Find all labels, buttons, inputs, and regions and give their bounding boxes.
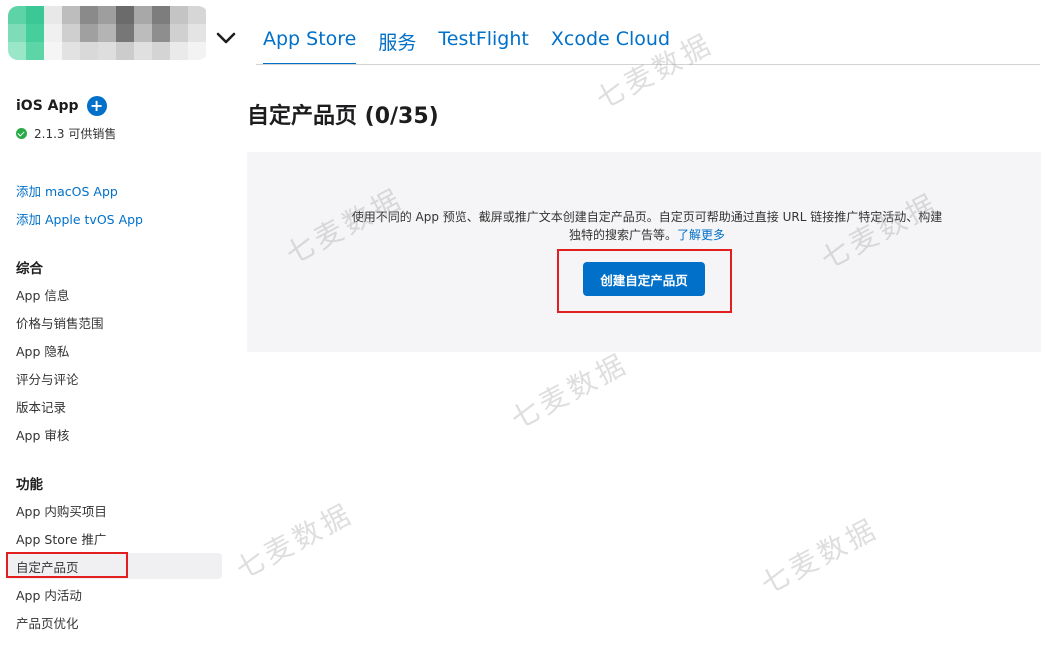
add-tvos-app-link[interactable]: 添加 Apple tvOS App (16, 209, 143, 228)
sidebar-item-app-info[interactable]: App 信息 (16, 285, 69, 304)
sidebar: iOS App + 2.1.3 可供销售 添加 macOS App 添加 App… (0, 66, 230, 648)
sidebar-item-app-review[interactable]: App 审核 (16, 425, 69, 444)
learn-more-link[interactable]: 了解更多 (677, 228, 725, 242)
top-navigation-bar: App Store 服务 TestFlight Xcode Cloud (0, 0, 1054, 66)
chevron-down-icon[interactable] (214, 26, 238, 50)
tab-xcode-cloud[interactable]: Xcode Cloud (551, 28, 670, 65)
watermark: 七麦数据 (505, 346, 634, 436)
app-platform-row: iOS App + (16, 96, 107, 116)
version-status[interactable]: 2.1.3 可供销售 (16, 125, 116, 142)
add-macos-app-link[interactable]: 添加 macOS App (16, 181, 118, 200)
tab-app-store[interactable]: App Store (263, 28, 357, 65)
checkmark-icon (16, 128, 27, 139)
sidebar-item-version-history[interactable]: 版本记录 (16, 397, 66, 416)
sidebar-item-product-page-optimization[interactable]: 产品页优化 (16, 613, 79, 632)
watermark: 七麦数据 (230, 496, 359, 586)
version-status-label: 2.1.3 可供销售 (34, 127, 117, 141)
sidebar-item-privacy[interactable]: App 隐私 (16, 341, 69, 360)
section-heading-features: 功能 (16, 477, 43, 493)
sidebar-item-app-store-promotion[interactable]: App Store 推广 (16, 529, 106, 548)
tab-services[interactable]: 服务 (378, 28, 416, 65)
annotation-highlight-box (557, 249, 732, 313)
page-title: 自定产品页 (0/35) (247, 104, 439, 129)
section-heading-general: 综合 (16, 261, 43, 277)
tab-testflight[interactable]: TestFlight (438, 28, 528, 65)
header-divider (256, 64, 1040, 65)
platform-title: iOS App (16, 98, 79, 114)
sidebar-item-in-app-events[interactable]: App 内活动 (16, 585, 82, 604)
description-text: 使用不同的 App 预览、截屏或推广文本创建自定产品页。自定页可帮助通过直接 U… (351, 210, 943, 242)
watermark: 七麦数据 (755, 511, 884, 601)
annotation-highlight-box (6, 552, 128, 578)
plus-circle-icon[interactable]: + (86, 96, 107, 116)
sidebar-item-ratings[interactable]: 评分与评论 (16, 369, 79, 388)
empty-state-description: 使用不同的 App 预览、截屏或推广文本创建自定产品页。自定页可帮助通过直接 U… (347, 208, 947, 244)
sidebar-item-pricing[interactable]: 价格与销售范围 (16, 313, 104, 332)
sidebar-item-in-app-purchases[interactable]: App 内购买项目 (16, 501, 107, 520)
app-icon-pixelated[interactable] (8, 6, 208, 60)
main-tabs: App Store 服务 TestFlight Xcode Cloud (263, 28, 692, 65)
